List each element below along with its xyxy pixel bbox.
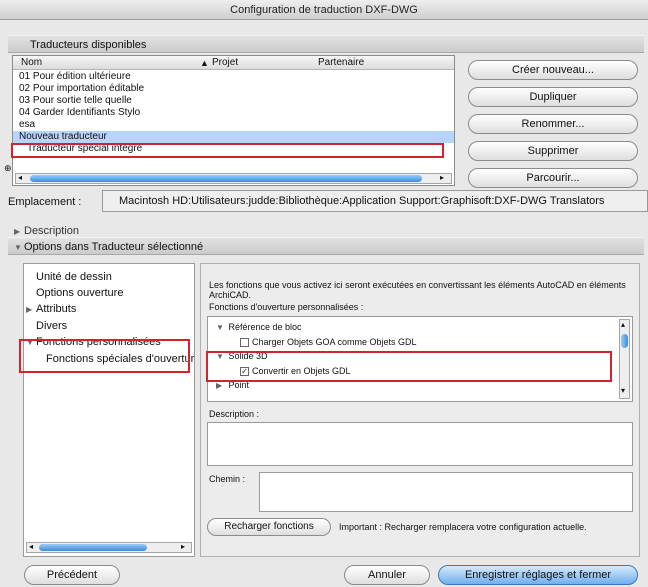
path-label: Chemin : xyxy=(209,474,246,484)
tree-hscrollbar[interactable]: ◂ ▸ xyxy=(26,542,192,553)
options-tree[interactable]: Unité de dessin Options ouverture ▶ Attri… xyxy=(23,263,195,557)
description-label: Description : xyxy=(209,409,260,419)
highlight-custom-functions xyxy=(19,339,190,373)
function-group-block-ref[interactable]: ▼ Référence de bloc xyxy=(208,320,632,335)
translator-row[interactable]: esa xyxy=(13,119,454,131)
lock-icon: ⊕ xyxy=(4,163,12,173)
tree-item[interactable]: Divers xyxy=(24,318,194,334)
options-section-header[interactable]: ▼ Options dans Traducteur sélectionné xyxy=(8,237,644,255)
location-path-field: Macintosh HD:Utilisateurs:judde:Biblioth… xyxy=(102,190,648,212)
tree-item[interactable]: Options ouverture xyxy=(24,285,194,301)
translators-scroll-thumb[interactable] xyxy=(30,175,422,182)
scroll-left-arrow-icon[interactable]: ◂ xyxy=(18,173,22,182)
cancel-button[interactable]: Annuler xyxy=(344,565,430,585)
translator-row[interactable]: 02 Pour importation éditable xyxy=(13,83,454,95)
checkbox-unchecked[interactable] xyxy=(240,338,249,348)
highlight-new-translator xyxy=(11,143,444,158)
function-item-load-goa[interactable]: Charger Objets GOA comme Objets GDL xyxy=(208,335,632,349)
scroll-left-arrow-icon[interactable]: ◂ xyxy=(29,542,33,551)
create-new-button[interactable]: Créer nouveau... xyxy=(468,60,638,80)
scroll-right-arrow-icon[interactable]: ▸ xyxy=(181,542,185,551)
translator-row[interactable]: 03 Pour sortie telle quelle xyxy=(13,95,454,107)
options-detail-pane: Les fonctions que vous activez ici seron… xyxy=(200,263,640,557)
highlight-solid3d xyxy=(206,351,612,382)
functions-label: Fonctions d'ouverture personnalisées : xyxy=(209,302,364,312)
disclosure-down-icon: ▼ xyxy=(14,243,22,252)
reload-functions-button[interactable]: Recharger fonctions xyxy=(207,518,331,536)
intro-text: Les fonctions que vous activez ici seron… xyxy=(209,280,626,300)
scroll-right-arrow-icon[interactable]: ▸ xyxy=(440,173,444,182)
functions-vscrollbar[interactable]: ▴ ▾ xyxy=(619,319,630,399)
disclosure-right-icon: ▶ xyxy=(26,305,33,314)
duplicate-button[interactable]: Dupliquer xyxy=(468,87,638,107)
col-partner-header[interactable]: Partenaire xyxy=(318,56,364,70)
browse-button[interactable]: Parcourir... xyxy=(468,168,638,188)
location-label: Emplacement : xyxy=(8,196,82,208)
translators-section-header: Traducteurs disponibles xyxy=(8,35,644,53)
options-section-label: Options dans Traducteur sélectionné xyxy=(24,241,204,253)
tree-scroll-thumb[interactable] xyxy=(39,544,147,551)
disclosure-down-icon: ▼ xyxy=(216,323,224,332)
scroll-up-arrow-icon[interactable]: ▴ xyxy=(621,320,625,329)
translators-hscrollbar[interactable]: ◂ ▸ xyxy=(15,173,452,184)
rename-button[interactable]: Renommer... xyxy=(468,114,638,134)
translators-list[interactable]: Nom ▲ Projet Partenaire 01 Pour édition … xyxy=(4,55,455,186)
description-field[interactable] xyxy=(207,422,633,466)
translator-row[interactable]: 01 Pour édition ultérieure xyxy=(13,71,454,83)
col-project-header[interactable]: Projet xyxy=(212,56,238,70)
description-section-label: Description xyxy=(24,225,80,237)
translator-row-selected[interactable]: Nouveau traducteur xyxy=(13,131,454,143)
previous-button[interactable]: Précédent xyxy=(24,565,120,585)
window-title: Configuration de traduction DXF-DWG xyxy=(0,0,648,20)
important-note: Important : Recharger remplacera votre c… xyxy=(339,522,587,532)
scroll-down-arrow-icon[interactable]: ▾ xyxy=(621,386,625,395)
tree-item-attributes[interactable]: ▶ Attributs xyxy=(24,301,194,318)
path-field[interactable] xyxy=(259,472,633,512)
functions-scroll-thumb[interactable] xyxy=(621,334,628,348)
save-close-button[interactable]: Enregistrer réglages et fermer xyxy=(438,565,638,585)
col-name-header[interactable]: Nom xyxy=(21,56,42,70)
description-section-toggle[interactable]: ▶ Description xyxy=(8,225,644,237)
sort-arrow-icon: ▲ xyxy=(200,58,209,68)
tree-item[interactable]: Unité de dessin xyxy=(24,269,194,285)
delete-button[interactable]: Supprimer xyxy=(468,141,638,161)
translator-row[interactable]: 04 Garder Identifiants Stylo xyxy=(13,107,454,119)
